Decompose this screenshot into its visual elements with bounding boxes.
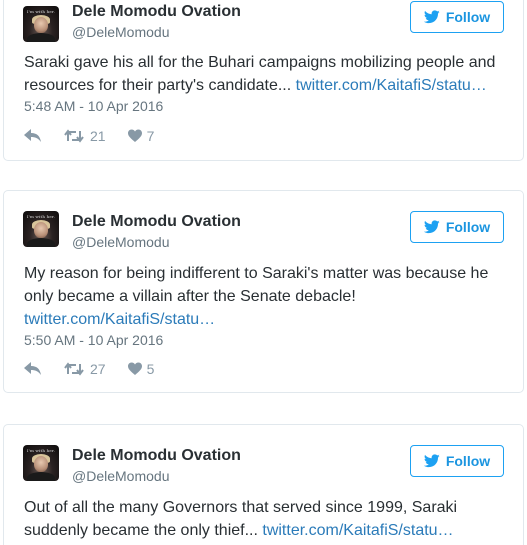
- twitter-bird-icon: [423, 220, 440, 234]
- tweet-link[interactable]: twitter.com/KaitafiS/statu…: [296, 77, 487, 94]
- follow-label: Follow: [445, 9, 491, 25]
- follow-button[interactable]: Follow: [410, 1, 504, 33]
- tweet-timestamp[interactable]: 5:50 AM - 10 Apr 2016: [24, 332, 163, 348]
- like-button[interactable]: 5: [106, 361, 155, 377]
- tweet-text: My reason for being indifferent to Sarak…: [24, 265, 489, 328]
- author-handle[interactable]: @DeleMomodu: [72, 234, 169, 250]
- retweet-count: 21: [90, 128, 106, 144]
- avatar-caption: I'm with her.: [26, 9, 56, 14]
- tweet-card: I'm with her. Dele Momodu Ovation @DeleM…: [3, 0, 524, 161]
- follow-button[interactable]: Follow: [410, 445, 504, 477]
- like-button[interactable]: 7: [106, 128, 155, 144]
- author-name[interactable]: Dele Momodu Ovation: [72, 3, 241, 21]
- tweet-link[interactable]: twitter.com/KaitafiS/statu…: [24, 311, 215, 328]
- twitter-bird-icon: [423, 10, 440, 24]
- tweet-link[interactable]: twitter.com/KaitafiS/statu…: [262, 522, 453, 539]
- reply-button[interactable]: [24, 129, 42, 143]
- tweet-text: Saraki gave his all for the Buhari campa…: [24, 54, 496, 94]
- author-name[interactable]: Dele Momodu Ovation: [72, 447, 241, 465]
- author-name[interactable]: Dele Momodu Ovation: [72, 213, 241, 231]
- twitter-bird-icon: [423, 454, 440, 468]
- retweet-count: 27: [90, 361, 106, 377]
- tweet-card: I'm with her. Dele Momodu Ovation @DeleM…: [3, 190, 524, 393]
- follow-label: Follow: [445, 453, 491, 469]
- author-handle[interactable]: @DeleMomodu: [72, 468, 169, 484]
- tweet-actions: 27 5: [24, 360, 154, 378]
- avatar[interactable]: I'm with her.: [23, 211, 59, 247]
- like-count: 5: [146, 361, 155, 377]
- tweet-timestamp[interactable]: 5:48 AM - 10 Apr 2016: [24, 98, 163, 114]
- heart-icon: [127, 362, 142, 375]
- heart-icon: [127, 129, 142, 142]
- follow-label: Follow: [445, 219, 491, 235]
- tweet-actions: 21 7: [24, 127, 154, 145]
- avatar[interactable]: I'm with her.: [23, 6, 59, 42]
- avatar-caption: I'm with her.: [26, 214, 56, 219]
- reply-icon: [24, 129, 41, 142]
- like-count: 7: [146, 128, 155, 144]
- follow-button[interactable]: Follow: [410, 211, 504, 243]
- retweet-icon: [64, 362, 84, 376]
- reply-button[interactable]: [24, 362, 42, 376]
- retweet-button[interactable]: 21: [42, 128, 106, 144]
- tweet-card: I'm with her. Dele Momodu Ovation @DeleM…: [3, 424, 524, 545]
- avatar-caption: I'm with her.: [26, 448, 56, 453]
- tweet-text: Out of all the many Governors that serve…: [24, 499, 458, 539]
- reply-icon: [24, 362, 41, 375]
- retweet-icon: [64, 129, 84, 143]
- author-handle[interactable]: @DeleMomodu: [72, 24, 169, 40]
- avatar[interactable]: I'm with her.: [23, 445, 59, 481]
- retweet-button[interactable]: 27: [42, 361, 106, 377]
